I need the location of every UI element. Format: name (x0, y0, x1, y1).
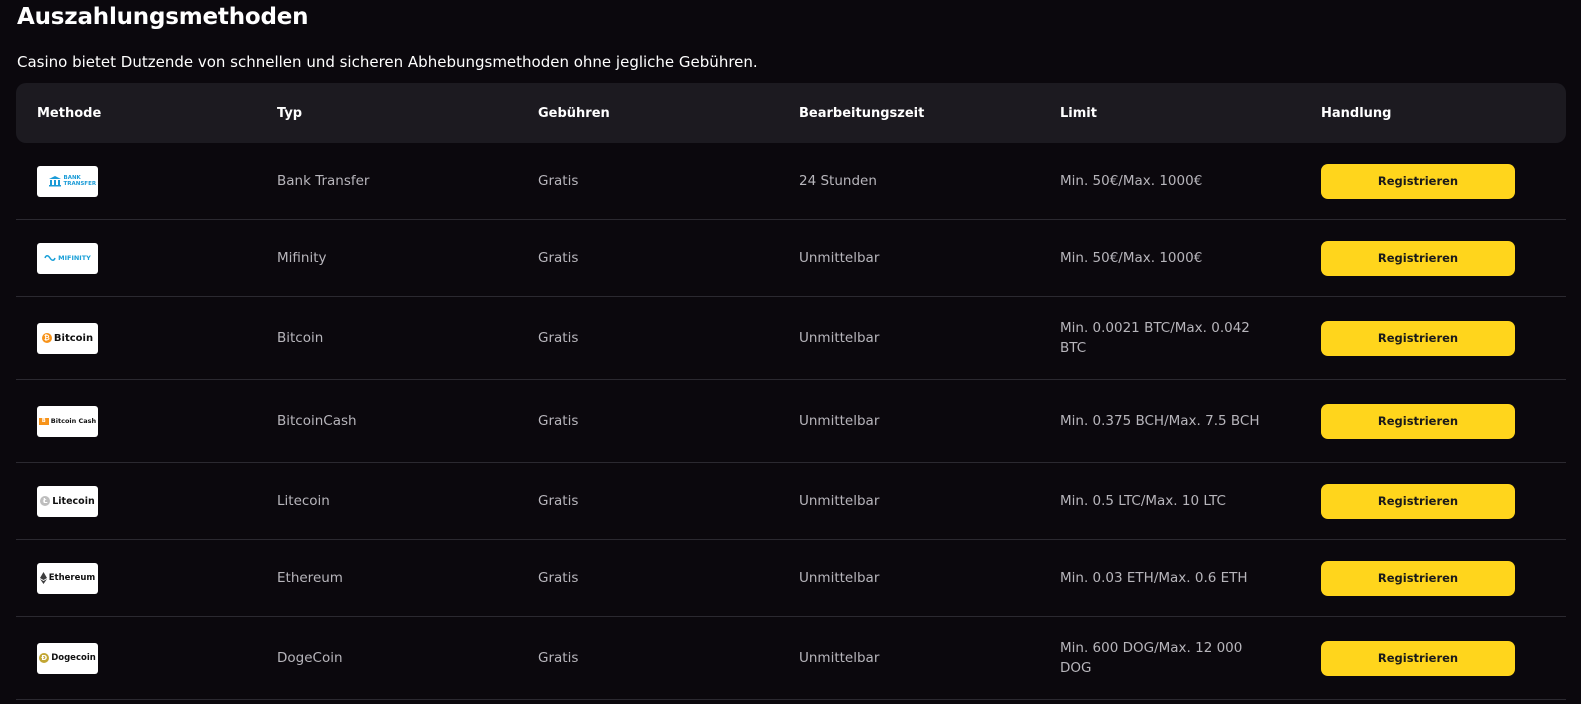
table-row: Ł Litecoin Litecoin Gratis Unmittelbar M… (16, 463, 1566, 540)
register-button[interactable]: Registrieren (1321, 483, 1515, 519)
table-row: Ethereum Ethereum Gratis Unmittelbar Min… (16, 540, 1566, 617)
header-handlung: Handlung (1321, 105, 1392, 121)
dogecoin-logo: Ð Dogecoin (37, 642, 98, 674)
register-button[interactable]: Registrieren (1321, 320, 1515, 356)
cell-time: Unmittelbar (799, 413, 880, 429)
ethereum-icon (39, 572, 47, 584)
bank-transfer-logo: BANK TRANSFER (37, 165, 98, 197)
header-bearbeitungszeit: Bearbeitungszeit (799, 105, 925, 121)
register-button[interactable]: Registrieren (1321, 403, 1515, 439)
cell-time: Unmittelbar (799, 330, 880, 346)
header-limit: Limit (1060, 105, 1097, 121)
table-row: Ð Dogecoin DogeCoin Gratis Unmittelbar M… (16, 617, 1566, 700)
page: Auszahlungsmethoden Casino bietet Dutzen… (0, 0, 1581, 704)
register-button[interactable]: Registrieren (1321, 163, 1515, 199)
header-gebuehren: Gebühren (538, 105, 610, 121)
table-row: ₿ Bitcoin Bitcoin Gratis Unmittelbar Min… (16, 297, 1566, 380)
page-title: Auszahlungsmethoden (17, 4, 309, 30)
cell-type: BitcoinCash (277, 413, 357, 429)
cell-fee: Gratis (538, 413, 579, 429)
payout-methods-table: Methode Typ Gebühren Bearbeitungszeit Li… (16, 83, 1566, 700)
bitcoin-logo: ₿ Bitcoin (37, 322, 98, 354)
cell-type: Bitcoin (277, 330, 324, 346)
logo-text: Litecoin (52, 495, 95, 507)
cell-type: Bank Transfer (277, 173, 370, 189)
cell-fee: Gratis (538, 250, 579, 266)
cell-time: Unmittelbar (799, 250, 880, 266)
table-row: B Bitcoin Cash BitcoinCash Gratis Unmitt… (16, 380, 1566, 463)
bitcoin-icon: ₿ (41, 333, 52, 343)
header-methode: Methode (37, 105, 102, 121)
table-row: MIFINITY Mifinity Gratis Unmittelbar Min… (16, 220, 1566, 297)
cell-limit: Min. 600 DOG/Max. 12 000 DOG (1060, 640, 1243, 676)
cell-fee: Gratis (538, 493, 579, 509)
litecoin-logo: Ł Litecoin (37, 485, 98, 517)
cell-type: Ethereum (277, 570, 343, 586)
header-typ: Typ (277, 105, 303, 121)
cell-type: Mifinity (277, 250, 327, 266)
cell-time: Unmittelbar (799, 493, 880, 509)
bitcoin-cash-icon: B (38, 417, 49, 425)
register-button[interactable]: Registrieren (1321, 240, 1515, 276)
cell-limit: Min. 0.0021 BTC/Max. 0.042 BTC (1060, 320, 1250, 356)
litecoin-icon: Ł (40, 496, 51, 506)
logo-text: Dogecoin (51, 653, 96, 663)
cell-type: DogeCoin (277, 650, 343, 666)
table-row: BANK TRANSFER Bank Transfer Gratis 24 St… (16, 143, 1566, 220)
cell-limit: Min. 50€/Max. 1000€ (1060, 250, 1203, 266)
cell-limit: Min. 0.375 BCH/Max. 7.5 BCH (1060, 413, 1260, 429)
bank-icon (48, 176, 61, 187)
cell-fee: Gratis (538, 173, 579, 189)
dogecoin-icon: Ð (39, 653, 50, 663)
cell-time: 24 Stunden (799, 173, 877, 189)
logo-text: MIFINITY (58, 254, 91, 262)
cell-fee: Gratis (538, 330, 579, 346)
logo-text: BANK TRANSFER (63, 175, 97, 187)
cell-time: Unmittelbar (799, 650, 880, 666)
ethereum-logo: Ethereum (37, 562, 98, 594)
cell-time: Unmittelbar (799, 570, 880, 586)
cell-fee: Gratis (538, 570, 579, 586)
cell-limit: Min. 0.5 LTC/Max. 10 LTC (1060, 493, 1226, 509)
logo-text: Bitcoin (53, 332, 94, 344)
logo-text: Ethereum (48, 573, 96, 583)
cell-limit: Min. 50€/Max. 1000€ (1060, 173, 1203, 189)
table-header: Methode Typ Gebühren Bearbeitungszeit Li… (16, 83, 1566, 143)
cell-type: Litecoin (277, 493, 330, 509)
register-button[interactable]: Registrieren (1321, 560, 1515, 596)
page-subtitle: Casino bietet Dutzende von schnellen und… (17, 53, 758, 71)
register-button[interactable]: Registrieren (1321, 640, 1515, 676)
bitcoin-cash-logo: B Bitcoin Cash (37, 405, 98, 437)
cell-limit: Min. 0.03 ETH/Max. 0.6 ETH (1060, 570, 1248, 586)
mifinity-logo: MIFINITY (37, 242, 98, 274)
logo-text: Bitcoin Cash (50, 417, 97, 425)
mifinity-icon (44, 255, 56, 261)
cell-fee: Gratis (538, 650, 579, 666)
